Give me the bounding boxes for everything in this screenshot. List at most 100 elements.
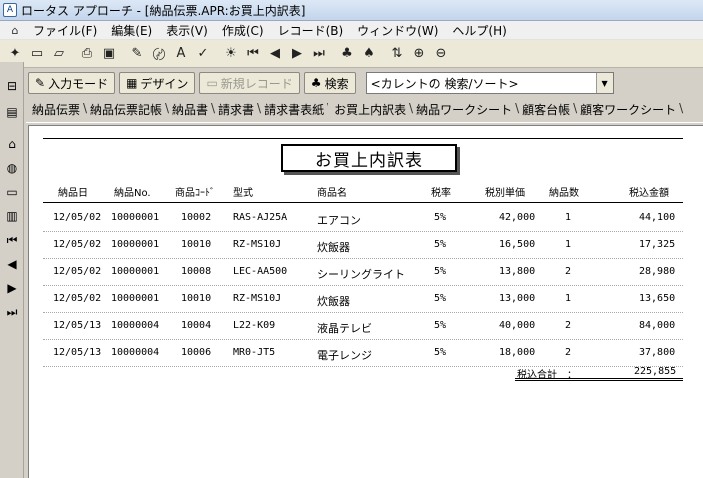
tab-delivery-note[interactable]: 納品書: [166, 101, 215, 122]
table-row[interactable]: 12/05/02 10000001 10010 RZ-MS10J 炊飯器 5% 16,500…: [29, 237, 703, 257]
tab-invoice[interactable]: 請求書: [212, 101, 261, 122]
previous-record-icon[interactable]: ◀: [264, 43, 286, 65]
first-icon[interactable]: ⏮: [2, 230, 22, 250]
table-row[interactable]: 12/05/13 10000004 10004 L22-K09 液晶テレビ 5% 40,00…: [29, 318, 703, 338]
report-page: お買上内訳表 納品日 納品No. 商品ｺｰﾄﾞ 型式 商品名 税率 税別単価 納…: [28, 125, 703, 478]
menu-help[interactable]: ヘルプ(H): [445, 22, 513, 39]
tab-delivery-slip[interactable]: 納品伝票: [26, 101, 87, 122]
search-sort-combo[interactable]: <カレントの 検索/ソート> ▼: [365, 72, 614, 94]
menu-edit[interactable]: 編集(E): [104, 22, 159, 39]
table-row[interactable]: 12/05/02 10000001 10010 RZ-MS10J 炊飯器 5% 13,000…: [29, 291, 703, 311]
cell-quantity: 1: [565, 239, 572, 250]
tab-customer-worksheet[interactable]: 顧客ワークシート: [574, 101, 683, 122]
computer-icon[interactable]: ▭: [2, 182, 22, 202]
table-row[interactable]: 12/05/13 10000004 10006 MR0-JT5 電子レンジ 5% 18,00…: [29, 345, 703, 365]
row-separator: [43, 339, 683, 340]
cell-product-code: 10010: [181, 293, 212, 304]
tab-delivery-slip-log[interactable]: 納品伝票記帳: [84, 101, 169, 122]
design-button[interactable]: ▦ デザイン: [119, 72, 196, 94]
chart-icon[interactable]: ▥: [2, 206, 22, 226]
view-tabs: 納品伝票 納品伝票記帳 納品書 請求書 請求書表紙 お買上内訳表 納品ワークシー…: [26, 99, 703, 123]
cell-unit-price: 18,000: [499, 347, 536, 358]
last-record-icon[interactable]: ⏭: [308, 43, 330, 65]
row-separator: [43, 231, 683, 232]
cell-date: 12/05/02: [53, 293, 102, 304]
title-bar: A ロータス アプローチ - [納品伝票.APR:お買上内訳表]: [0, 0, 703, 21]
design-icon: ▦: [126, 76, 138, 90]
new-record-button[interactable]: ▭ 新規レコード: [199, 72, 300, 94]
cell-quantity: 2: [565, 266, 572, 277]
menu-file[interactable]: ファイル(F): [26, 22, 104, 39]
open-file-icon[interactable]: ▱: [48, 43, 70, 65]
app-icon[interactable]: A: [3, 3, 17, 17]
cell-date: 12/05/13: [53, 347, 102, 358]
sort-icon[interactable]: ⇅: [386, 43, 408, 65]
document-icon[interactable]: ⌂: [6, 23, 24, 38]
tab-invoice-cover[interactable]: 請求書表紙: [258, 101, 331, 122]
table-row[interactable]: 12/05/02 10000001 10008 LEC-AA500 シーリングライト 5%…: [29, 264, 703, 284]
chevron-down-icon[interactable]: ▼: [595, 73, 613, 93]
cell-tax-rate: 5%: [434, 347, 447, 358]
find-icon[interactable]: ♣: [336, 43, 358, 65]
cell-tax-rate: 5%: [434, 212, 447, 223]
cell-delivery-no: 10000001: [111, 293, 160, 304]
top-rule: [43, 138, 683, 139]
home-icon[interactable]: ⌂: [2, 134, 22, 154]
menu-window[interactable]: ウィンドウ(W): [350, 22, 445, 39]
cell-amount: 13,650: [639, 293, 676, 304]
first-record-icon[interactable]: ⏮: [242, 43, 264, 65]
cell-model: MR0-JT5: [233, 347, 276, 358]
last-icon[interactable]: ⏭: [2, 302, 22, 322]
edit-tool-icon[interactable]: ✎: [126, 43, 148, 65]
print-preview-icon[interactable]: ▣: [98, 43, 120, 65]
cell-date: 12/05/02: [53, 212, 102, 223]
globe-icon[interactable]: ◍: [2, 158, 22, 178]
menu-create[interactable]: 作成(C): [215, 22, 271, 39]
sun-icon[interactable]: ☀: [220, 43, 242, 65]
tab-delivery-worksheet[interactable]: 納品ワークシート: [410, 101, 519, 122]
find-all-icon[interactable]: ♠: [358, 43, 380, 65]
cell-product-code: 10008: [181, 266, 212, 277]
cell-amount: 44,100: [639, 212, 676, 223]
text-tool-icon[interactable]: A: [170, 43, 192, 65]
cell-delivery-no: 10000001: [111, 212, 160, 223]
print-icon[interactable]: ⎙: [76, 43, 98, 65]
open-folder-icon[interactable]: ▭: [26, 43, 48, 65]
tab-customer-ledger[interactable]: 顧客台帳: [516, 101, 577, 122]
field-tool-icon[interactable]: 〄: [148, 43, 170, 65]
new-record-icon: ▭: [206, 76, 218, 90]
menu-record[interactable]: レコード(B): [271, 22, 351, 39]
header-delivery-no: 納品No.: [114, 188, 151, 199]
menu-view[interactable]: 表示(V): [159, 22, 215, 39]
spell-check-icon[interactable]: ✓: [192, 43, 214, 65]
tab-purchase-breakdown[interactable]: お買上内訳表: [328, 101, 413, 122]
input-mode-button[interactable]: ✎ 入力モード: [28, 72, 116, 94]
zoom-out-icon[interactable]: ⊖: [430, 43, 452, 65]
cell-unit-price: 42,000: [499, 212, 536, 223]
browse-icon[interactable]: ⊟: [2, 76, 22, 96]
header-quantity: 納品数: [549, 188, 579, 199]
cell-product-name: 電子レンジ: [317, 349, 372, 362]
cell-model: L22-K09: [233, 320, 276, 331]
cell-unit-price: 13,800: [499, 266, 536, 277]
flashlight-icon: ♣: [310, 76, 322, 90]
zoom-in-icon[interactable]: ⊕: [408, 43, 430, 65]
table-row[interactable]: 12/05/02 10000001 10002 RAS-AJ25A エアコン 5% 42,0…: [29, 210, 703, 230]
form-icon[interactable]: ▤: [2, 102, 22, 122]
search-button[interactable]: ♣ 検索: [303, 72, 356, 94]
row-separator: [43, 366, 683, 367]
row-separator: [43, 312, 683, 313]
cell-tax-rate: 5%: [434, 239, 447, 250]
cell-delivery-no: 10000004: [111, 320, 160, 331]
next-icon[interactable]: ▶: [2, 278, 22, 298]
cell-amount: 17,325: [639, 239, 676, 250]
total-double-rule: [515, 378, 683, 381]
total-value: 225,855: [634, 366, 677, 377]
cell-product-name: 液晶テレビ: [317, 322, 372, 335]
next-record-icon[interactable]: ▶: [286, 43, 308, 65]
cell-product-name: エアコン: [317, 214, 361, 227]
prev-icon[interactable]: ◀: [2, 254, 22, 274]
cell-product-code: 10004: [181, 320, 212, 331]
header-product-code: 商品ｺｰﾄﾞ: [175, 188, 215, 199]
cell-unit-price: 13,000: [499, 293, 536, 304]
